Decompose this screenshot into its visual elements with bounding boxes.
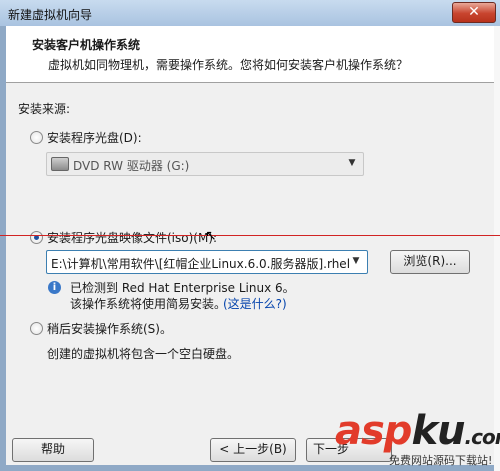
background-window-edge — [494, 26, 500, 471]
chevron-down-icon: ▼ — [352, 256, 360, 266]
radio-iso-image[interactable] — [30, 231, 43, 244]
info-icon: i — [48, 281, 61, 294]
title-bar[interactable]: 新建虚拟机向导 ✕ — [0, 0, 500, 26]
iso-image-label[interactable]: 安装程序光盘映像文件(iso)(M): — [47, 229, 217, 246]
install-source-label: 安装来源: — [18, 102, 71, 116]
wizard-window: 新建虚拟机向导 ✕ 安装客户机操作系统 虚拟机如同物理机，需要操作系统。您将如何… — [0, 0, 500, 471]
help-button[interactable]: 帮助 — [12, 438, 94, 462]
disc-drive-value: DVD RW 驱动器 (G:) — [73, 159, 190, 173]
mouse-cursor-icon: ↖ — [205, 228, 217, 244]
back-button[interactable]: < 上一步(B) — [210, 438, 296, 462]
radio-installer-disc[interactable] — [30, 131, 43, 144]
close-button[interactable]: ✕ — [452, 2, 496, 23]
install-later-description: 创建的虚拟机将包含一个空白硬盘。 — [47, 347, 240, 361]
chevron-down-icon: ▼ — [348, 158, 356, 168]
wizard-body: 安装客户机操作系统 虚拟机如同物理机，需要操作系统。您将如何安装客户机操作系统？… — [6, 26, 494, 465]
disc-drive-select[interactable]: DVD RW 驱动器 (G:) ▼ — [46, 152, 364, 176]
page-title: 安装客户机操作系统 — [32, 38, 141, 52]
iso-path-value: E:\计算机\常用软件\[红帽企业Linux.6.0.服务器版].rhel-se — [51, 257, 349, 271]
detected-os-text: 已检测到 Red Hat Enterprise Linux 6。 — [70, 281, 295, 295]
page-subtitle: 虚拟机如同物理机，需要操作系统。您将如何安装客户机操作系统？ — [48, 58, 409, 72]
easy-install-text: 该操作系统将使用简易安装。 — [70, 297, 227, 311]
browse-button[interactable]: 浏览(R)... — [390, 250, 470, 274]
installer-disc-label[interactable]: 安装程序光盘(D): — [47, 129, 142, 146]
what-is-this-link[interactable]: (这是什么?) — [223, 295, 287, 312]
iso-path-select[interactable]: E:\计算机\常用软件\[红帽企业Linux.6.0.服务器版].rhel-se… — [46, 250, 368, 274]
install-later-label[interactable]: 稍后安装操作系统(S)。 — [47, 320, 172, 337]
wizard-header: 安装客户机操作系统 虚拟机如同物理机，需要操作系统。您将如何安装客户机操作系统？ — [6, 26, 494, 83]
dvd-drive-icon — [51, 157, 69, 171]
window-title: 新建虚拟机向导 — [8, 8, 93, 22]
radio-install-later[interactable] — [30, 322, 43, 335]
annotation-red-line — [0, 235, 500, 236]
watermark-tagline: 免费网站源码下载站! — [389, 454, 493, 467]
site-watermark: aspku.com — [335, 408, 500, 454]
